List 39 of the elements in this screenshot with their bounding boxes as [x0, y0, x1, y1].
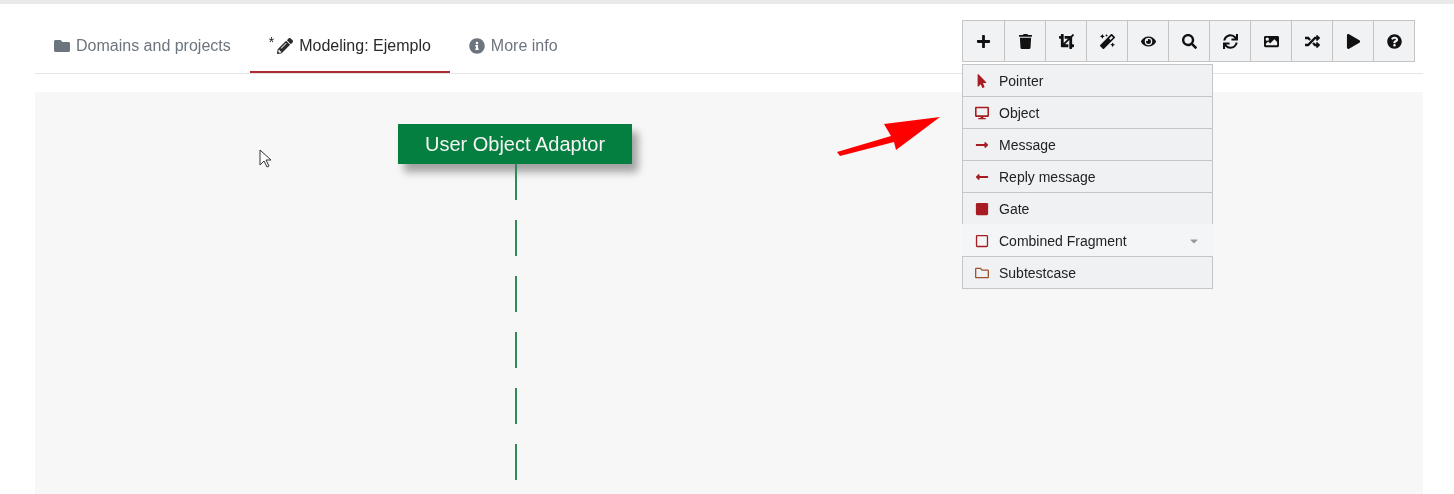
palette-label: Gate [999, 200, 1031, 217]
palette-item[interactable]: Pointer [962, 64, 1213, 97]
palette-item[interactable]: Object [962, 96, 1213, 129]
palette-label: Subtestcase [999, 264, 1078, 281]
tab[interactable]: * Modeling: Ejemplo [249, 20, 450, 73]
tab-label: More info [490, 36, 558, 55]
cursor-icon [259, 149, 273, 169]
lifeline-head[interactable]: User Object Adaptor [398, 124, 632, 164]
palette-item[interactable]: Reply message [962, 160, 1213, 193]
palette-label: Combined Fragment [999, 232, 1128, 249]
info-icon [468, 37, 485, 54]
tab[interactable]: Domains and projects [35, 20, 250, 73]
help-icon [1386, 33, 1402, 49]
crop-icon [1058, 33, 1074, 49]
folder-icon [54, 37, 70, 54]
palette-item[interactable]: Gate [962, 192, 1213, 225]
shuffle-icon [1304, 33, 1320, 49]
pointer-icon [975, 73, 989, 88]
plus-icon [976, 33, 991, 49]
palette-item[interactable]: Subtestcase [962, 256, 1213, 289]
palette-label: Reply message [999, 168, 1097, 185]
image-icon [1263, 33, 1279, 49]
search-icon [1181, 33, 1197, 49]
square-outline-icon [975, 233, 989, 248]
palette-label: Object [999, 104, 1041, 121]
play-icon [1345, 33, 1361, 49]
palette-label: Pointer [999, 72, 1045, 89]
palette-label: Message [999, 136, 1057, 153]
refresh-icon [1222, 33, 1238, 49]
modified-mark: * [268, 34, 275, 50]
tab-label: Domains and projects [76, 36, 231, 55]
tab-label: Modeling: Ejemplo [299, 36, 431, 55]
monitor-icon [975, 105, 989, 120]
palette-item[interactable]: Message [962, 128, 1213, 161]
trash-icon [1017, 33, 1033, 49]
wand-icon [1099, 33, 1115, 49]
folder-icon [975, 265, 989, 280]
pencil-icon [277, 37, 294, 54]
tab[interactable]: More info [449, 20, 577, 73]
